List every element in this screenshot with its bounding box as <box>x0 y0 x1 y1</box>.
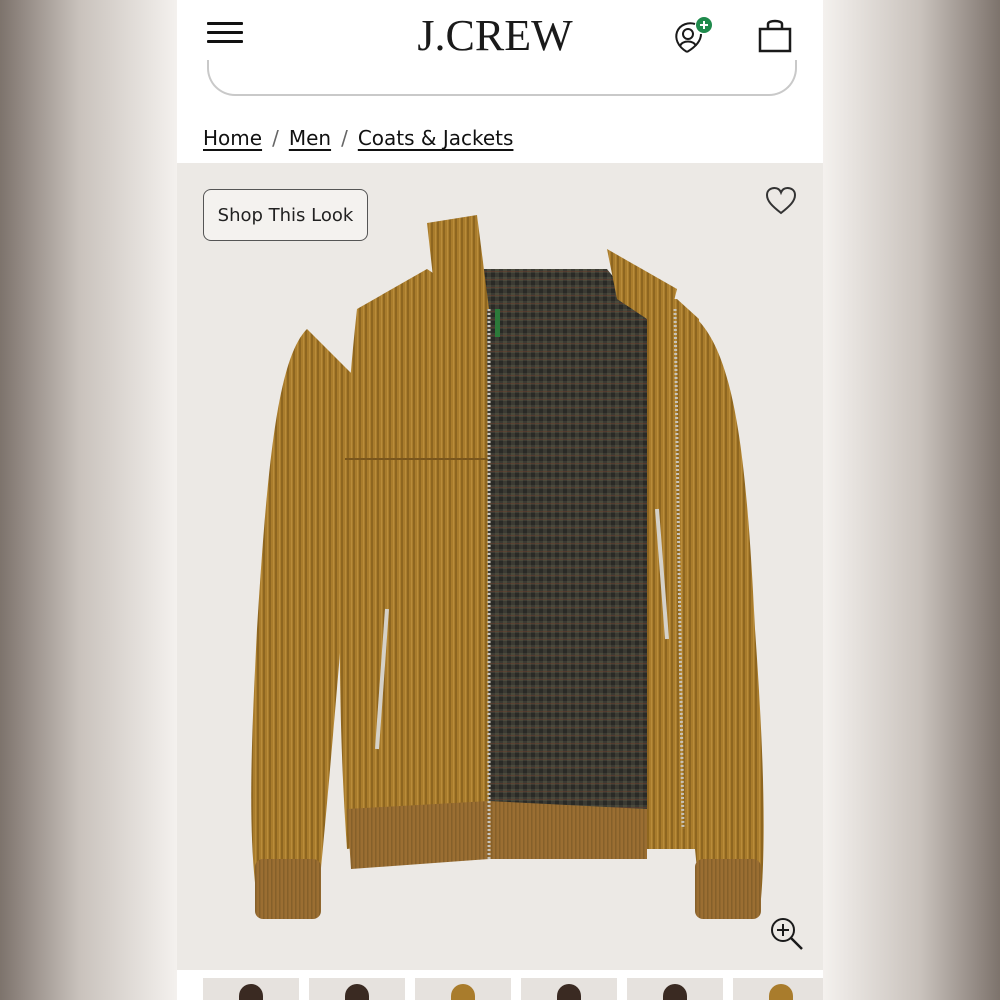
brand-logo[interactable]: J.CREW <box>405 8 585 64</box>
product-image-area[interactable]: Shop This Look <box>177 163 823 970</box>
breadcrumb-separator: / <box>272 126 279 150</box>
account-plus-icon[interactable] <box>671 16 715 60</box>
thumbnail-strip <box>177 978 823 1000</box>
thumbnail[interactable] <box>521 978 617 1000</box>
corduroy-jacket-image <box>251 215 764 919</box>
site-header: J.CREW <box>177 0 823 96</box>
breadcrumb: Home / Men / Coats & Jackets <box>203 126 513 156</box>
thumbnail[interactable] <box>733 978 823 1000</box>
thumbnail[interactable] <box>627 978 723 1000</box>
search-bar[interactable] <box>207 60 797 96</box>
zoom-in-icon[interactable] <box>768 915 806 953</box>
breadcrumb-coats-jackets[interactable]: Coats & Jackets <box>358 126 514 150</box>
heart-outline-icon[interactable] <box>764 185 798 217</box>
breadcrumb-home[interactable]: Home <box>203 126 262 150</box>
backdrop-left <box>0 0 177 1000</box>
thumbnail[interactable] <box>309 978 405 1000</box>
thumbnail[interactable] <box>203 978 299 1000</box>
breadcrumb-men[interactable]: Men <box>289 126 331 150</box>
shop-this-look-button[interactable]: Shop This Look <box>203 189 368 241</box>
thumbnail[interactable] <box>415 978 511 1000</box>
shopping-bag-icon[interactable] <box>757 18 793 54</box>
breadcrumb-separator: / <box>341 126 348 150</box>
mobile-page: J.CREW Home / Men / Coats & Jackets Shop… <box>177 0 823 1000</box>
backdrop-right <box>823 0 1000 1000</box>
hamburger-menu-icon[interactable] <box>207 20 245 44</box>
